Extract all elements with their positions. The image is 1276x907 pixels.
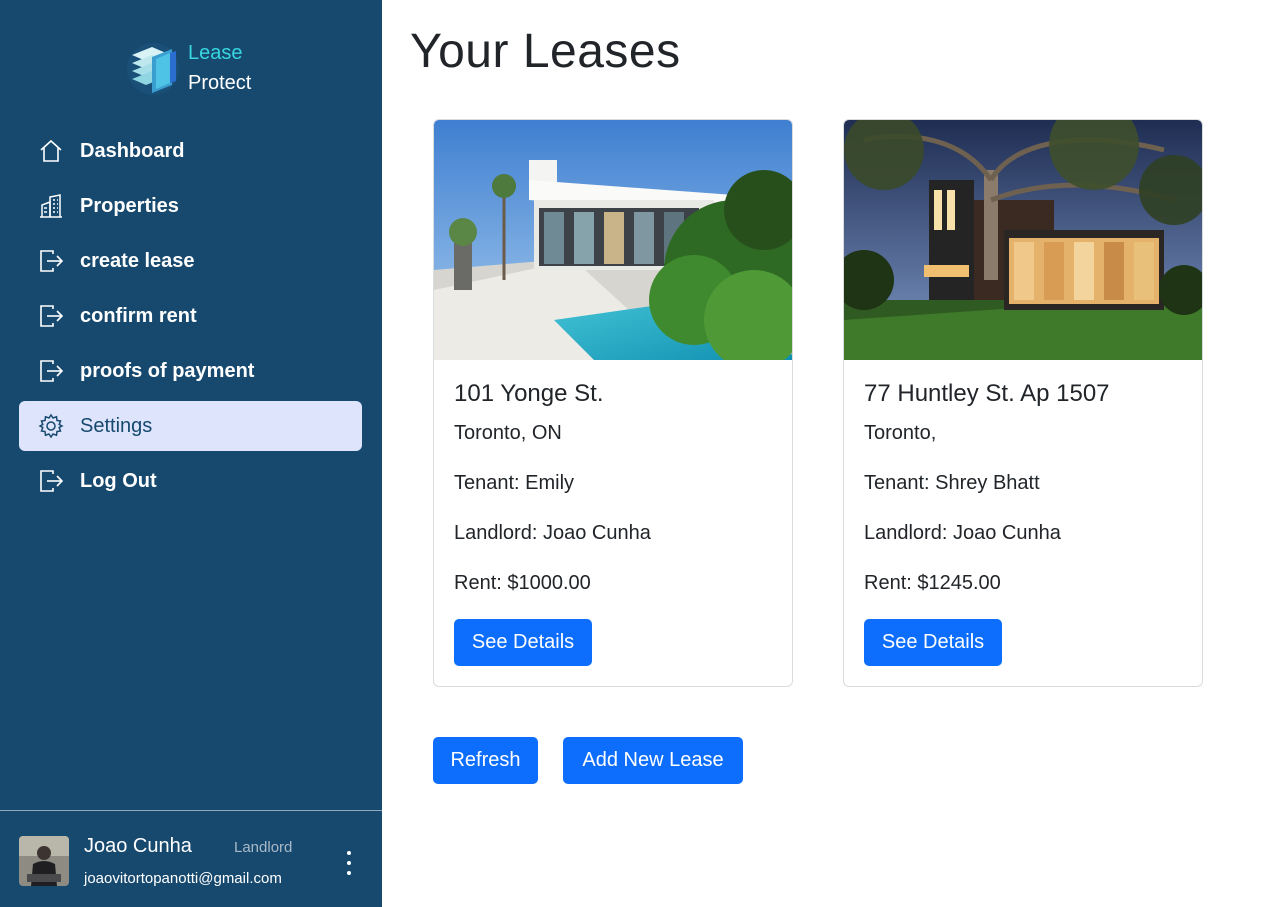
add-new-lease-button[interactable]: Add New Lease	[563, 737, 743, 784]
property-image	[844, 120, 1202, 360]
property-image	[434, 120, 792, 360]
lease-card: 101 Yonge St. Toronto, ON Tenant: Emily …	[433, 119, 793, 687]
main-content: Your Leases 101 Yonge St. Toronto, ON Te…	[382, 0, 1276, 907]
sidebar-item-label: Settings	[80, 414, 153, 437]
box-arrow-right-icon	[38, 468, 64, 494]
gear-icon	[38, 413, 64, 439]
sidebar-item-label: Properties	[80, 194, 179, 217]
sidebar-item-dashboard[interactable]: Dashboard	[19, 126, 362, 176]
sidebar-item-properties[interactable]: Properties	[19, 181, 362, 231]
sidebar-item-create-lease[interactable]: create lease	[19, 236, 362, 286]
sidebar-item-label: confirm rent	[80, 304, 197, 327]
refresh-button[interactable]: Refresh	[433, 737, 538, 784]
app-logo[interactable]: Lease Protect	[126, 30, 251, 106]
user-profile-bar: Joao Cunha Landlord joaovitortopanotti@g…	[0, 810, 382, 907]
lease-address: 77 Huntley St. Ap 1507	[864, 380, 1110, 407]
lease-landlord: Landlord: Joao Cunha	[864, 522, 1061, 544]
sidebar-item-log-out[interactable]: Log Out	[19, 456, 362, 506]
sidebar-item-settings[interactable]: Settings	[19, 401, 362, 451]
see-details-button[interactable]: See Details	[454, 619, 592, 666]
page-title: Your Leases	[410, 25, 681, 78]
lease-rent: Rent: $1000.00	[454, 572, 591, 594]
lease-city: Toronto, ON	[454, 422, 562, 444]
lease-card: 77 Huntley St. Ap 1507 Toronto, Tenant: …	[843, 119, 1203, 687]
lease-protect-logo-icon	[126, 33, 180, 103]
see-details-button[interactable]: See Details	[864, 619, 1002, 666]
home-icon	[38, 138, 64, 164]
lease-landlord: Landlord: Joao Cunha	[454, 522, 651, 544]
box-arrow-right-icon	[38, 248, 64, 274]
lease-tenant: Tenant: Shrey Bhatt	[864, 472, 1040, 494]
sidebar-item-label: Dashboard	[80, 139, 185, 162]
sidebar-item-proofs-of-payment[interactable]: proofs of payment	[19, 346, 362, 396]
box-arrow-right-icon	[38, 303, 64, 329]
sidebar-item-label: Log Out	[80, 469, 157, 492]
sidebar: Lease Protect Dashboard Properties creat…	[0, 0, 382, 907]
box-arrow-right-icon	[38, 358, 64, 384]
sidebar-item-label: create lease	[80, 249, 195, 272]
logo-text-line2: Protect	[188, 72, 252, 94]
buildings-icon	[38, 193, 64, 219]
sidebar-item-label: proofs of payment	[80, 359, 255, 382]
lease-city: Toronto,	[864, 422, 937, 444]
sidebar-item-confirm-rent[interactable]: confirm rent	[19, 291, 362, 341]
lease-rent: Rent: $1245.00	[864, 572, 1001, 594]
more-options-icon[interactable]	[340, 851, 358, 875]
lease-tenant: Tenant: Emily	[454, 472, 575, 494]
logo-text-line1: Lease	[188, 42, 243, 64]
user-role: Landlord	[234, 839, 293, 856]
avatar[interactable]	[19, 836, 69, 886]
lease-address: 101 Yonge St.	[454, 380, 604, 407]
user-email: joaovitortopanotti@gmail.com	[84, 870, 282, 887]
user-name: Joao Cunha	[84, 835, 192, 857]
sidebar-nav: Dashboard Properties create lease confir…	[19, 126, 362, 511]
